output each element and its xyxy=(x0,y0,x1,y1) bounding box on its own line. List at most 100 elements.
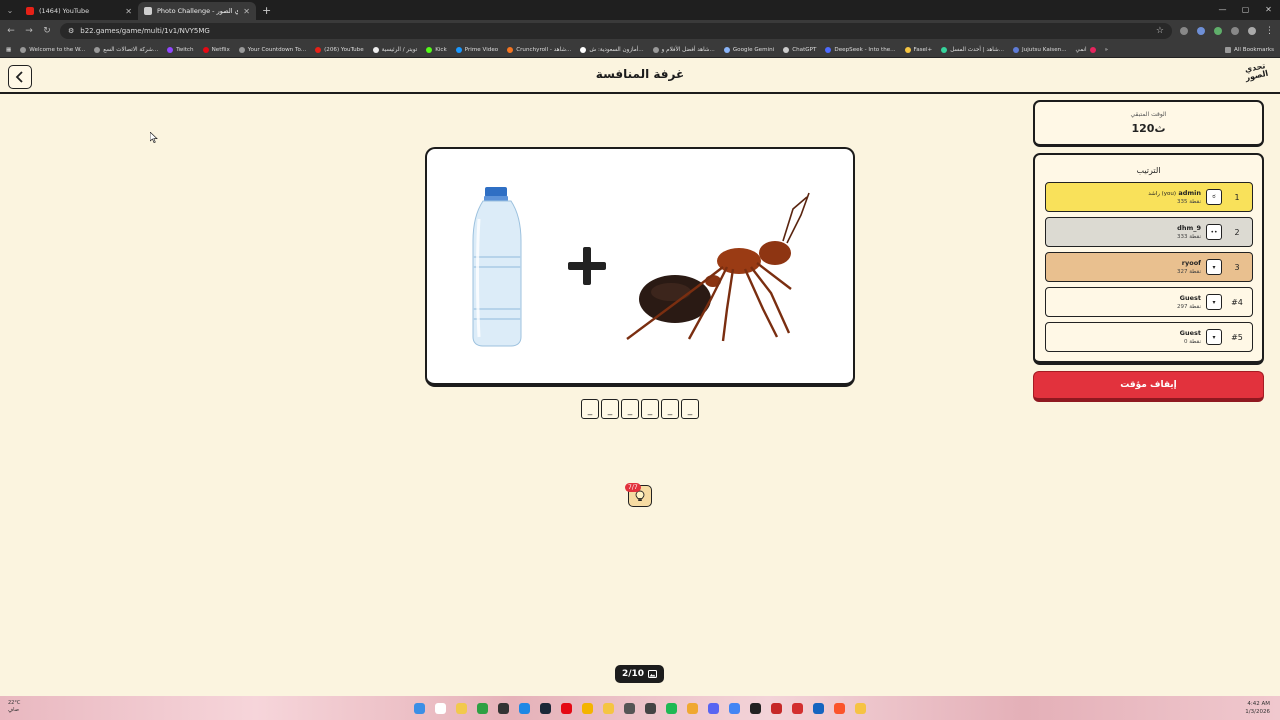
taskbar-app-icon[interactable] xyxy=(855,702,866,714)
close-tab-icon[interactable]: ✕ xyxy=(243,7,250,16)
minimize-icon[interactable]: — xyxy=(1211,0,1234,20)
taskbar-app-icon[interactable] xyxy=(498,702,509,714)
extensions-puzzle-icon[interactable] xyxy=(1231,27,1239,35)
timer-value: 120ث xyxy=(1131,122,1166,135)
all-bookmarks-button[interactable]: All Bookmarks xyxy=(1225,46,1274,53)
bookmark-favicon-icon xyxy=(94,46,101,53)
bookmark-item[interactable]: Fasel+ xyxy=(904,46,932,53)
stop-timer-button[interactable]: إيقاف مؤقت xyxy=(1033,371,1264,402)
maximize-icon[interactable]: ▢ xyxy=(1234,0,1257,20)
system-clock[interactable]: 4:42 AM 1/3/2026 xyxy=(1245,700,1270,716)
taskbar-app-icon[interactable] xyxy=(813,702,824,714)
player-name: Guest xyxy=(1179,329,1201,337)
xbox-icon[interactable] xyxy=(477,702,488,714)
photo-challenge-favicon-icon xyxy=(144,7,152,15)
answer-slot[interactable]: _ xyxy=(621,399,639,419)
clock-date: 1/3/2026 xyxy=(1245,709,1270,715)
search-icon[interactable] xyxy=(435,702,446,714)
app-logo[interactable]: تحدي الصور xyxy=(1242,61,1273,93)
bookmark-item[interactable]: DeepSeek - Into the... xyxy=(825,46,896,53)
bookmark-item[interactable]: تويتر / الرئيسية xyxy=(372,46,417,53)
reload-icon[interactable]: ↻ xyxy=(42,26,52,36)
bookmark-item[interactable]: Kick xyxy=(426,46,447,53)
bookmark-item[interactable]: (206) YouTube xyxy=(315,46,364,53)
site-info-icon[interactable]: ⚙ xyxy=(68,27,74,35)
extension-icon[interactable] xyxy=(1214,27,1222,35)
player-info: راشد (you) admin 335 نقطة xyxy=(1148,189,1201,205)
file-explorer-icon[interactable] xyxy=(603,702,614,714)
discord-icon[interactable] xyxy=(708,702,719,714)
bookmark-item[interactable]: شاهد | أحدث المسل... xyxy=(941,46,1004,53)
close-window-icon[interactable]: ✕ xyxy=(1257,0,1280,20)
hint-count-badge: 7/7 xyxy=(625,483,641,492)
taskbar-app-icon[interactable] xyxy=(624,702,635,714)
more-bookmarks-icon[interactable]: » xyxy=(1105,47,1108,53)
question-progress: 2/10 xyxy=(615,665,664,683)
answer-slot[interactable]: _ xyxy=(641,399,659,419)
profile-avatar-icon[interactable] xyxy=(1248,27,1256,35)
back-nav-icon[interactable]: ← xyxy=(6,26,16,36)
bookmark-item[interactable]: أمازون السعودية: ش... xyxy=(580,46,644,53)
answer-slot[interactable]: _ xyxy=(581,399,599,419)
bookmark-item[interactable]: شاهد أفضل الأفلام و... xyxy=(652,46,715,53)
water-bottle-icon xyxy=(472,187,522,347)
spotify-icon[interactable] xyxy=(666,702,677,714)
bookmark-item[interactable]: Your Countdown To... xyxy=(238,46,306,53)
steam-icon[interactable] xyxy=(540,702,551,714)
bookmark-item[interactable]: Jujutsu Kaisen... xyxy=(1013,46,1067,53)
bookmark-star-icon[interactable]: ☆ xyxy=(1156,26,1164,36)
avatar: ▾ xyxy=(1206,329,1222,345)
bookmark-item[interactable]: شركة الاتصالات السع... xyxy=(94,46,158,53)
taskbar-app-icon[interactable] xyxy=(750,702,761,714)
bookmark-item[interactable]: ChatGPT xyxy=(783,46,816,53)
bookmark-item[interactable]: Welcome to the W... xyxy=(20,46,85,53)
rank-number: #5 xyxy=(1231,332,1243,342)
taskbar-app-icon[interactable] xyxy=(519,702,530,714)
bookmark-item[interactable]: Google Gemini xyxy=(723,46,774,53)
chrome-icon[interactable] xyxy=(729,702,740,714)
menu-dots-icon[interactable]: ⋮ xyxy=(1265,26,1274,36)
new-tab-button[interactable]: + xyxy=(262,4,271,17)
bookmark-item[interactable]: Crunchyroll - شاهد... xyxy=(507,46,571,53)
bookmark-item[interactable]: Netflix xyxy=(202,46,230,53)
gemini-icon xyxy=(723,46,730,53)
bookmark-item[interactable]: Prime Video xyxy=(455,46,498,53)
bookmark-item[interactable]: انمي xyxy=(1076,46,1096,53)
extension-icon[interactable] xyxy=(1180,27,1188,35)
address-bar[interactable]: ⚙ b22.games/game/multi/1v1/NVY5MG ☆ xyxy=(60,23,1172,39)
taskbar-app-icon[interactable] xyxy=(645,702,656,714)
close-tab-icon[interactable]: ✕ xyxy=(125,7,132,16)
image-icon xyxy=(648,670,658,678)
brave-icon[interactable] xyxy=(834,702,845,714)
player-name: Guest xyxy=(1179,294,1201,302)
weather-widget[interactable]: 22°C صافٍ xyxy=(8,700,20,714)
browser-tab-photo-challenge[interactable]: Photo Challenge - تحدي الصور ✕ xyxy=(138,2,256,20)
taskbar-app-icon[interactable] xyxy=(792,702,803,714)
answer-slot[interactable]: _ xyxy=(681,399,699,419)
bookmark-favicon-icon xyxy=(238,46,245,53)
taskbar-app-icon[interactable] xyxy=(771,702,782,714)
player-name-line: راشد (you) admin xyxy=(1148,189,1201,197)
player-name: ryoof xyxy=(1181,259,1201,267)
netflix-icon[interactable] xyxy=(561,702,572,714)
clock-time: 4:42 AM xyxy=(1247,701,1270,707)
answer-slot[interactable]: _ xyxy=(661,399,679,419)
extension-icon[interactable] xyxy=(1197,27,1205,35)
weather-text: صافٍ xyxy=(8,707,19,713)
bookmark-favicon-icon xyxy=(1089,46,1096,53)
taskbar-app-icon[interactable] xyxy=(687,702,698,714)
crunchyroll-icon xyxy=(507,46,514,53)
chrome-icon[interactable] xyxy=(582,702,593,714)
taskbar-app-icon[interactable] xyxy=(456,702,467,714)
bookmark-item[interactable]: Twitch xyxy=(167,46,194,53)
answer-slot[interactable]: _ xyxy=(601,399,619,419)
windows-start-icon[interactable] xyxy=(414,702,425,714)
tab-title: Photo Challenge - تحدي الصور xyxy=(157,7,239,15)
bookmarks-bar: ▦ Welcome to the W... شركة الاتصالات الس… xyxy=(0,42,1280,58)
puzzle-image-card xyxy=(425,147,855,387)
kick-icon xyxy=(426,46,433,53)
browser-tab-youtube[interactable]: (1464) YouTube ✕ xyxy=(20,2,138,20)
tab-search-icon[interactable]: ⌄ xyxy=(0,0,20,20)
forward-nav-icon[interactable]: → xyxy=(24,26,34,36)
apps-grid-icon[interactable]: ▦ xyxy=(6,47,11,53)
